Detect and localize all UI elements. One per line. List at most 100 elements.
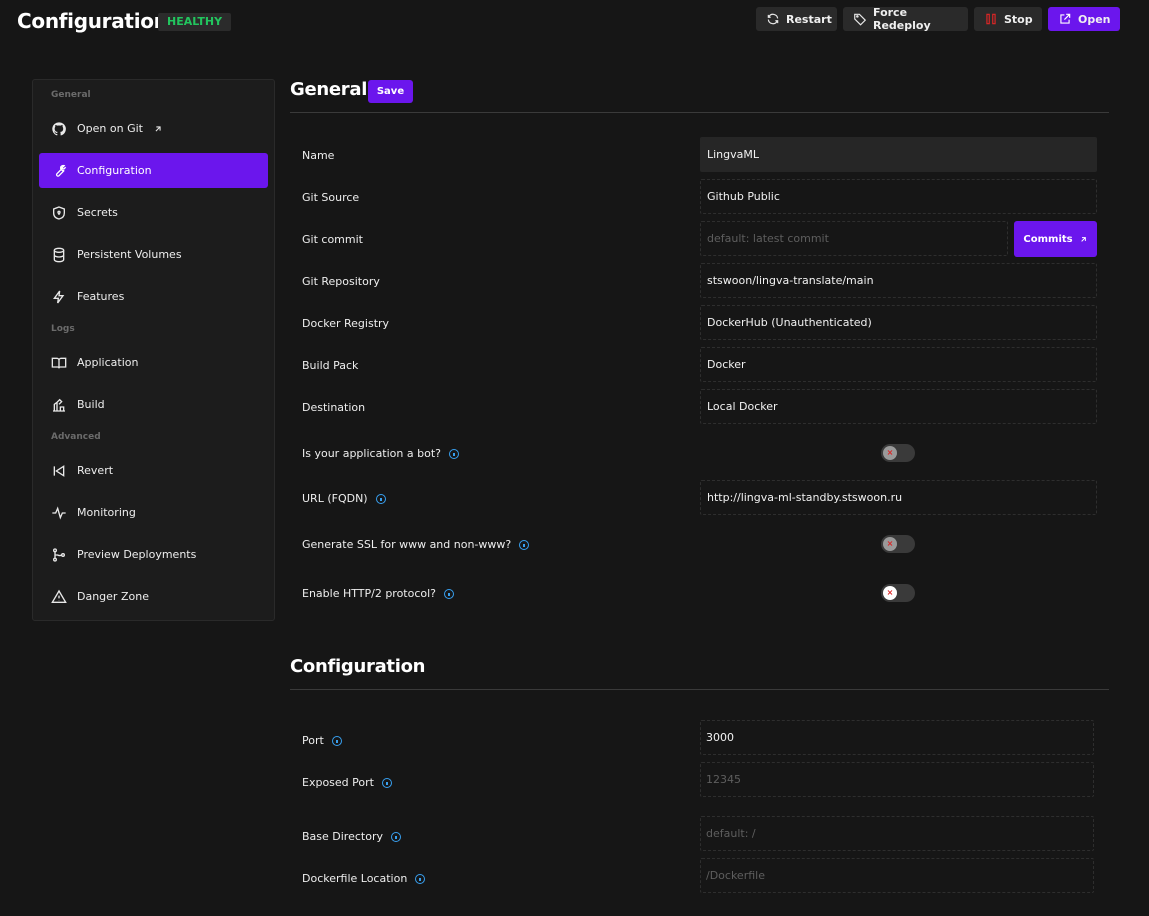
git-source-field: Github Public	[700, 179, 1097, 214]
dockerfile-location-label: Dockerfile Location	[302, 872, 426, 885]
tag-icon	[854, 13, 867, 26]
shield-icon	[53, 205, 65, 220]
is-bot-toggle[interactable]: ×	[881, 444, 915, 462]
info-icon[interactable]	[331, 735, 342, 746]
book-icon	[51, 357, 67, 368]
x-icon: ×	[886, 588, 894, 597]
wrench-icon	[55, 164, 67, 177]
destination-field: Local Docker	[700, 389, 1097, 424]
save-button[interactable]: Save	[368, 80, 413, 103]
info-icon[interactable]	[415, 873, 426, 884]
stop-label: Stop	[1004, 12, 1033, 26]
sidebar-item-features[interactable]: Features	[39, 279, 268, 314]
external-link-icon	[1060, 13, 1071, 24]
base-directory-input[interactable]: default: /	[700, 816, 1094, 851]
force-redeploy-label: Force Redeploy	[873, 6, 931, 32]
stop-button[interactable]: Stop	[974, 7, 1042, 31]
destination-label: Destination	[302, 401, 366, 414]
name-field[interactable]: LingvaML	[700, 137, 1097, 172]
port-label: Port	[302, 734, 342, 747]
github-icon	[52, 121, 66, 135]
x-icon: ×	[886, 539, 894, 548]
page-title: Configurations	[17, 9, 180, 33]
sidebar-item-monitoring[interactable]: Monitoring	[39, 495, 268, 530]
sidebar-item-label: Application	[77, 356, 139, 369]
build-pack-field: Docker	[700, 347, 1097, 382]
sidebar-item-label: Open on Git	[77, 122, 143, 135]
url-label: URL (FQDN)	[302, 492, 386, 505]
sidebar: General Open on Git Configuration Secret…	[32, 79, 275, 621]
docker-registry-label: Docker Registry	[302, 317, 390, 330]
restart-button[interactable]: Restart	[756, 7, 837, 31]
force-redeploy-button[interactable]: Force Redeploy	[843, 6, 968, 32]
restart-label: Restart	[786, 12, 832, 26]
toggle-knob: ×	[883, 446, 897, 460]
x-icon: ×	[886, 448, 894, 457]
open-label: Open	[1078, 12, 1111, 26]
ssl-www-toggle[interactable]: ×	[881, 535, 915, 553]
info-icon[interactable]	[381, 777, 392, 788]
toggle-knob: ×	[883, 586, 897, 600]
docker-registry-field: DockerHub (Unauthenticated)	[700, 305, 1097, 340]
general-divider	[290, 112, 1109, 113]
toggle-knob: ×	[883, 537, 897, 551]
exposed-port-input[interactable]: 12345	[700, 762, 1094, 797]
ssl-www-label: Generate SSL for www and non-www?	[302, 538, 530, 551]
sidebar-item-danger-zone[interactable]: Danger Zone	[39, 579, 268, 614]
general-section-title: General	[290, 79, 368, 100]
sidebar-item-preview-deployments[interactable]: Preview Deployments	[39, 537, 268, 572]
sidebar-item-label: Secrets	[77, 206, 118, 219]
sidebar-item-label: Revert	[77, 464, 114, 477]
name-label: Name	[302, 149, 335, 162]
port-input[interactable]: 3000	[700, 720, 1094, 755]
build-icon	[53, 398, 65, 412]
commits-button[interactable]: Commits	[1014, 221, 1097, 257]
sidebar-section-logs: Logs	[51, 324, 75, 334]
info-icon[interactable]	[448, 448, 459, 459]
info-icon[interactable]	[390, 831, 401, 842]
url-input[interactable]: http://lingva-ml-standby.stswoon.ru	[700, 480, 1097, 515]
git-commit-input[interactable]: default: latest commit	[700, 221, 1008, 256]
build-pack-label: Build Pack	[302, 359, 359, 372]
base-directory-label: Base Directory	[302, 830, 401, 843]
database-icon	[53, 247, 65, 262]
http2-toggle[interactable]: ×	[881, 584, 915, 602]
status-badge: HEALTHY	[158, 13, 232, 31]
sidebar-item-label: Persistent Volumes	[77, 248, 182, 261]
sidebar-item-label: Configuration	[77, 164, 152, 177]
sidebar-item-label: Build	[77, 398, 105, 411]
sidebar-item-label: Preview Deployments	[77, 548, 197, 561]
sidebar-item-build[interactable]: Build	[39, 387, 268, 422]
git-branch-icon	[53, 547, 65, 562]
pause-icon	[986, 13, 996, 25]
heartbeat-icon	[52, 505, 66, 520]
bolt-icon	[53, 290, 65, 303]
info-icon[interactable]	[375, 493, 386, 504]
info-icon[interactable]	[519, 539, 530, 550]
http2-label: Enable HTTP/2 protocol?	[302, 587, 455, 600]
git-repository-field: stswoon/lingva-translate/main	[700, 263, 1097, 298]
sidebar-item-revert[interactable]: Revert	[39, 453, 268, 488]
sidebar-item-persistent-volumes[interactable]: Persistent Volumes	[39, 237, 268, 272]
exposed-port-label: Exposed Port	[302, 776, 392, 789]
info-icon[interactable]	[444, 588, 455, 599]
sidebar-section-advanced: Advanced	[51, 432, 101, 442]
arrow-up-right-icon	[155, 125, 161, 131]
git-source-label: Git Source	[302, 191, 360, 204]
restart-icon	[767, 13, 779, 25]
dockerfile-location-input[interactable]: /Dockerfile	[700, 858, 1094, 893]
arrow-up-right-icon	[1080, 236, 1086, 242]
sidebar-section-general: General	[51, 90, 91, 100]
open-button[interactable]: Open	[1048, 7, 1120, 31]
sidebar-item-label: Features	[77, 290, 125, 303]
git-repository-label: Git Repository	[302, 275, 380, 288]
configuration-divider	[290, 689, 1109, 690]
sidebar-item-secrets[interactable]: Secrets	[39, 195, 268, 230]
sidebar-item-configuration[interactable]: Configuration	[39, 153, 268, 188]
sidebar-item-application[interactable]: Application	[39, 345, 268, 380]
is-bot-label: Is your application a bot?	[302, 447, 459, 460]
sidebar-item-open-on-git[interactable]: Open on Git	[39, 111, 268, 146]
git-commit-label: Git commit	[302, 233, 363, 246]
configuration-section-title: Configuration	[290, 656, 426, 677]
sidebar-item-label: Danger Zone	[77, 590, 149, 603]
